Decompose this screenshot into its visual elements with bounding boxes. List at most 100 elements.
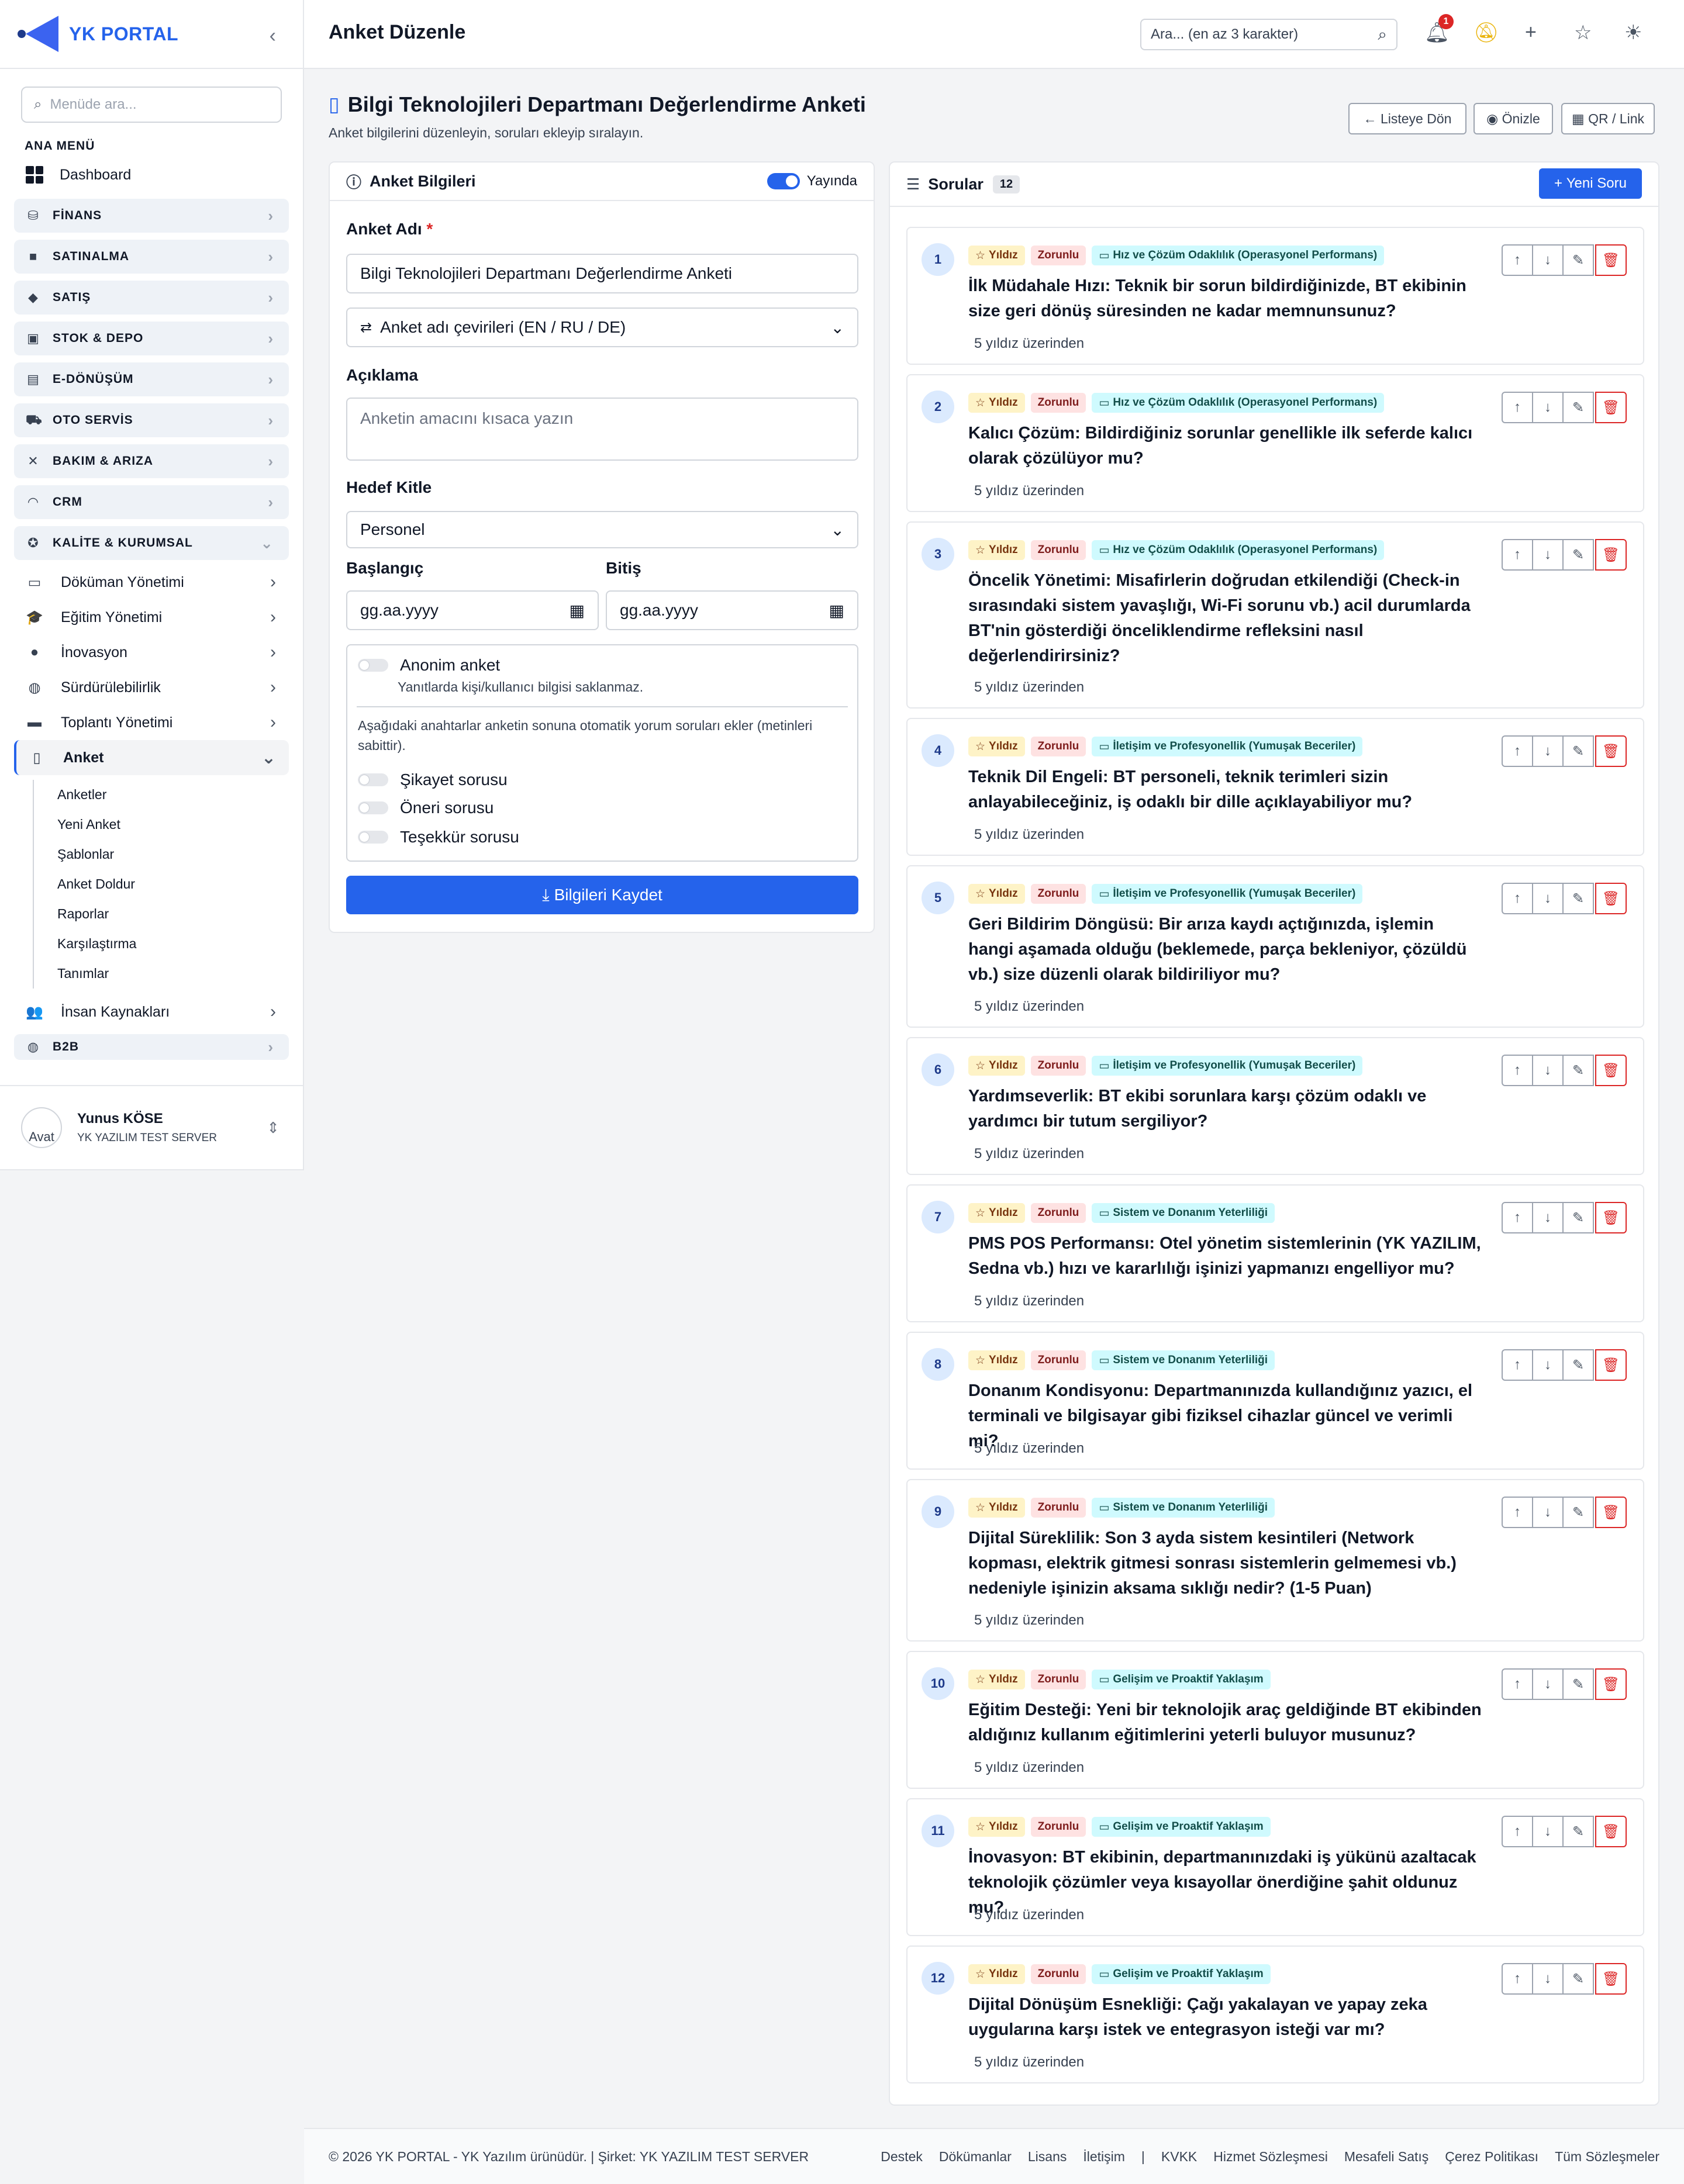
survey-name-input[interactable]: Bilgi Teknolojileri Departmanı Değerlend… xyxy=(346,254,858,293)
edit-icon[interactable]: ✎ xyxy=(1562,1497,1594,1528)
sidebar-subitem-anket-0[interactable]: Anketler xyxy=(57,780,303,810)
search-icon[interactable]: ⌕ xyxy=(1378,25,1387,44)
footer-link[interactable]: Lisans xyxy=(1028,2149,1067,2165)
new-question-button[interactable]: + Yeni Soru xyxy=(1539,168,1642,199)
sidebar-item-dashboard[interactable]: Dashboard xyxy=(26,158,303,192)
footer-link[interactable]: İletişim xyxy=(1083,2149,1125,2165)
move-down-icon[interactable]: ↓ xyxy=(1532,1668,1564,1700)
sidebar-subitem-anket-1[interactable]: Yeni Anket xyxy=(57,810,303,839)
edit-icon[interactable]: ✎ xyxy=(1562,1668,1594,1700)
sidebar-subitem-anket-3[interactable]: Anket Doldur xyxy=(57,869,303,899)
edit-icon[interactable]: ✎ xyxy=(1562,392,1594,423)
footer-link[interactable]: Dökümanlar xyxy=(939,2149,1012,2165)
delete-icon[interactable]: 🗑︎ xyxy=(1595,735,1627,767)
move-up-icon[interactable]: ↑ xyxy=(1502,1202,1533,1233)
sidebar-subitem-anket-4[interactable]: Raporlar xyxy=(57,899,303,929)
sidebar-group-0[interactable]: ⛁ FİNANS › xyxy=(14,199,289,233)
sidebar-item-kalite-1[interactable]: 🎓 Eğitim Yönetimi › xyxy=(26,600,289,635)
published-toggle[interactable]: Yayında xyxy=(767,173,857,189)
published-switch[interactable] xyxy=(767,173,800,189)
collapse-sidebar-icon[interactable]: ‹ xyxy=(270,25,276,47)
move-up-icon[interactable]: ↑ xyxy=(1502,1497,1533,1528)
sidebar-subitem-anket-2[interactable]: Şablonlar xyxy=(57,839,303,869)
question-card[interactable]: 11 ☆ Yıldız Zorunlu ▭ Gelişim ve Proaktif Yak… xyxy=(906,1798,1644,1936)
plus-icon[interactable]: + xyxy=(1525,21,1537,44)
move-up-icon[interactable]: ↑ xyxy=(1502,539,1533,571)
edit-icon[interactable]: ✎ xyxy=(1562,1816,1594,1847)
edit-icon[interactable]: ✎ xyxy=(1562,1202,1594,1233)
save-info-button[interactable]: ⤓ Bilgileri Kaydet xyxy=(346,876,858,914)
footer-link[interactable]: Çerez Politikası xyxy=(1445,2149,1538,2165)
delete-icon[interactable]: 🗑︎ xyxy=(1595,1816,1627,1847)
sidebar-group-5[interactable]: ⛟ OTO SERVİS › xyxy=(14,403,289,437)
description-textarea[interactable]: Anketin amacını kısaca yazın xyxy=(346,398,858,461)
move-up-icon[interactable]: ↑ xyxy=(1502,1055,1533,1086)
move-down-icon[interactable]: ↓ xyxy=(1532,1963,1564,1995)
edit-icon[interactable]: ✎ xyxy=(1562,539,1594,571)
move-up-icon[interactable]: ↑ xyxy=(1502,735,1533,767)
brand[interactable]: YK PORTAL ‹ xyxy=(0,0,303,69)
question-card[interactable]: 10 ☆ Yıldız Zorunlu ▭ Gelişim ve Proaktif Yak… xyxy=(906,1651,1644,1789)
question-card[interactable]: 3 ☆ Yıldız Zorunlu ▭ Hız ve Çözüm Odaklılık (… xyxy=(906,521,1644,709)
calendar-icon[interactable]: ▦ xyxy=(570,601,585,620)
move-down-icon[interactable]: ↓ xyxy=(1532,244,1564,276)
edit-icon[interactable]: ✎ xyxy=(1562,883,1594,914)
question-card[interactable]: 12 ☆ Yıldız Zorunlu ▭ Gelişim ve Proaktif Yak… xyxy=(906,1945,1644,2083)
target-audience-select[interactable]: Personel ⌄ xyxy=(346,511,858,548)
back-to-list-button[interactable]: ← Listeye Dön xyxy=(1348,103,1466,134)
sidebar-group-6[interactable]: ✕ BAKIM & ARIZA › xyxy=(14,444,289,478)
sidebar-item-anket[interactable]: ▯ Anket ⌄ xyxy=(14,740,289,775)
question-card[interactable]: 6 ☆ Yıldız Zorunlu ▭ İletişim ve Profesyonell… xyxy=(906,1037,1644,1175)
star-icon[interactable]: ☆ xyxy=(1574,21,1592,44)
footer-link[interactable]: Mesafeli Satış xyxy=(1344,2149,1428,2165)
user-menu[interactable]: Avat Yunus KÖSE YK YAZILIM TEST SERVER ⇕ xyxy=(0,1085,303,1169)
edit-icon[interactable]: ✎ xyxy=(1562,1963,1594,1995)
delete-icon[interactable]: 🗑︎ xyxy=(1595,392,1627,423)
bell-off-icon[interactable]: 🔕︎ xyxy=(1474,21,1499,44)
sidebar-search-input[interactable]: ⌕ Menüde ara... xyxy=(21,87,282,123)
move-up-icon[interactable]: ↑ xyxy=(1502,244,1533,276)
calendar-icon[interactable]: ▦ xyxy=(829,601,844,620)
move-down-icon[interactable]: ↓ xyxy=(1532,1202,1564,1233)
sidebar-subitem-anket-5[interactable]: Karşılaştırma xyxy=(57,929,303,959)
delete-icon[interactable]: 🗑︎ xyxy=(1595,1668,1627,1700)
delete-icon[interactable]: 🗑︎ xyxy=(1595,1055,1627,1086)
move-up-icon[interactable]: ↑ xyxy=(1502,392,1533,423)
sidebar-group-2[interactable]: ◆ SATIŞ › xyxy=(14,281,289,315)
thanks-option[interactable]: Teşekkür sorusu xyxy=(358,828,519,846)
sidebar-item-kalite-3[interactable]: ◍ Sürdürülebilirlik › xyxy=(26,670,289,705)
question-card[interactable]: 5 ☆ Yıldız Zorunlu ▭ İletişim ve Profesyonell… xyxy=(906,865,1644,1028)
delete-icon[interactable]: 🗑︎ xyxy=(1595,1497,1627,1528)
move-down-icon[interactable]: ↓ xyxy=(1532,1816,1564,1847)
anonymous-switch[interactable] xyxy=(358,659,388,672)
question-card[interactable]: 8 ☆ Yıldız Zorunlu ▭ Sistem ve Donanım Yeterl… xyxy=(906,1332,1644,1470)
delete-icon[interactable]: 🗑︎ xyxy=(1595,1963,1627,1995)
preview-button[interactable]: ◉ Önizle xyxy=(1474,103,1553,134)
question-card[interactable]: 9 ☆ Yıldız Zorunlu ▭ Sistem ve Donanım Yeterl… xyxy=(906,1479,1644,1642)
complaint-switch[interactable] xyxy=(358,773,388,786)
move-down-icon[interactable]: ↓ xyxy=(1532,539,1564,571)
suggestion-option[interactable]: Öneri sorusu xyxy=(358,799,494,817)
complaint-option[interactable]: Şikayet sorusu xyxy=(358,770,508,789)
delete-icon[interactable]: 🗑︎ xyxy=(1595,539,1627,571)
sidebar-subitem-anket-6[interactable]: Tanımlar xyxy=(57,959,303,989)
start-date-input[interactable]: gg.aa.yyyy ▦ xyxy=(346,590,599,630)
move-down-icon[interactable]: ↓ xyxy=(1532,1349,1564,1381)
move-up-icon[interactable]: ↑ xyxy=(1502,883,1533,914)
move-down-icon[interactable]: ↓ xyxy=(1532,883,1564,914)
footer-link[interactable]: KVKK xyxy=(1161,2149,1197,2165)
edit-icon[interactable]: ✎ xyxy=(1562,735,1594,767)
footer-link[interactable]: Destek xyxy=(881,2149,923,2165)
anonymous-option[interactable]: Anonim anket xyxy=(358,656,500,675)
sidebar-group-b2b[interactable]: ◍ B2B › xyxy=(14,1034,289,1060)
question-card[interactable]: 7 ☆ Yıldız Zorunlu ▭ Sistem ve Donanım Yeterl… xyxy=(906,1184,1644,1322)
sidebar-item-kalite-2[interactable]: ● İnovasyon › xyxy=(26,635,289,670)
footer-link[interactable]: Hizmet Sözleşmesi xyxy=(1213,2149,1328,2165)
suggestion-switch[interactable] xyxy=(358,801,388,814)
delete-icon[interactable]: 🗑︎ xyxy=(1595,883,1627,914)
delete-icon[interactable]: 🗑︎ xyxy=(1595,244,1627,276)
sidebar-item-kalite-4[interactable]: ▬ Toplantı Yönetimi › xyxy=(26,705,289,740)
end-date-input[interactable]: gg.aa.yyyy ▦ xyxy=(606,590,858,630)
delete-icon[interactable]: 🗑︎ xyxy=(1595,1349,1627,1381)
question-card[interactable]: 1 ☆ Yıldız Zorunlu ▭ Hız ve Çözüm Odaklılık (… xyxy=(906,227,1644,365)
